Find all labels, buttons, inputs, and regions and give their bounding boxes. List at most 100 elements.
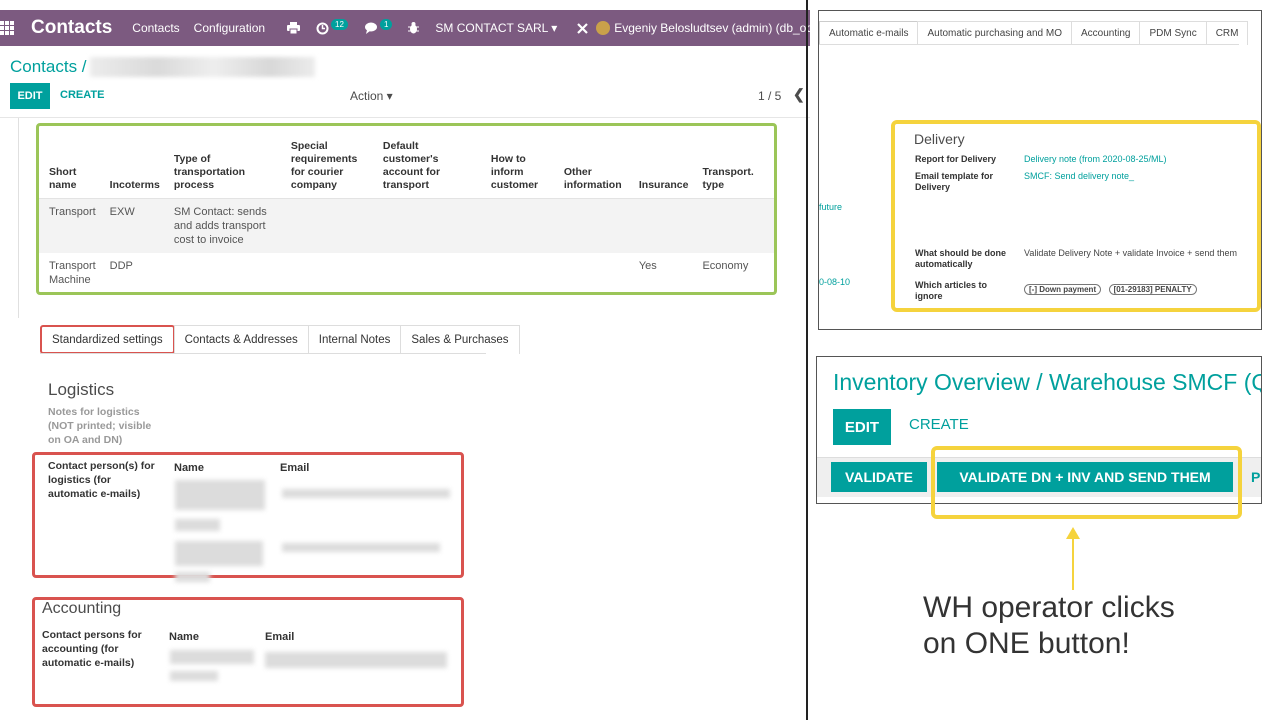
table-cell: Transport Machine [49,259,96,286]
tab-crm[interactable]: CRM [1205,21,1249,45]
table-cell: Transport [39,198,100,253]
column-header[interactable]: How to inform customer [480,130,554,199]
ignore-articles-label: Which articles to ignore [915,280,988,301]
breadcrumb[interactable]: Contacts / [10,57,87,77]
action-dropdown[interactable]: Action ▾ [350,89,393,103]
tabs-divider [819,44,1239,45]
accounting-email-header: Email [265,631,295,643]
table-row[interactable]: Transport EXW SM Contact: sends and adds… [39,198,774,253]
column-header[interactable]: Other information [553,130,629,199]
column-header[interactable]: Insurance [628,130,693,199]
accounting-heading: Accounting [42,600,122,617]
email-template-label: Email template for Delivery [915,171,994,192]
caption-line-2: on ONE button! [923,627,1130,660]
nav-link-contacts[interactable]: Contacts [132,21,179,35]
table-cell [373,253,481,293]
debug-bug-icon[interactable] [408,22,420,34]
pager-previous-icon[interactable]: ❮ [793,86,805,103]
blurred-contact-name [170,650,254,664]
create-button[interactable]: CREATE [909,416,969,433]
transport-table-highlight: Short name Incoterms Type of transportat… [36,123,777,295]
table-cell [553,198,629,253]
table-cell [481,253,554,293]
table-cell: SM Contact: sends and adds transport cos… [163,198,281,253]
blurred-contact-name [175,519,220,531]
edit-button[interactable]: EDIT [10,83,50,109]
blurred-contact-email [282,489,450,498]
automatic-emails-panel: Automatic e-mails Automatic purchasing a… [818,10,1262,330]
table-cell: Economy [702,259,749,272]
transport-table: Short name Incoterms Type of transportat… [39,130,774,293]
top-navbar: Contacts Contacts Configuration 12 1 SM … [0,10,810,46]
tab-automatic-emails[interactable]: Automatic e-mails [819,21,919,45]
blurred-contact-name [170,671,218,681]
table-row[interactable]: Transport Machine DDP Yes Economy [39,253,774,293]
tab-standardized-settings[interactable]: Standardized settings [40,325,175,354]
column-header[interactable]: Incoterms [99,130,164,199]
form-tabs: Standardized settings Contacts & Address… [40,325,520,354]
blurred-contact-email [265,652,447,668]
print-icon[interactable] [287,22,301,34]
company-switcher[interactable]: SM CONTACT SARL ▾ [435,21,557,35]
tab-accounting[interactable]: Accounting [1070,21,1141,45]
logistics-email-header: Email [280,462,310,474]
avatar [596,21,611,35]
table-cell [280,198,373,253]
tabs-divider [40,353,486,354]
table-cell [692,198,774,253]
table-cell: EXW [99,198,164,253]
messages-badge: 1 [379,18,393,30]
edit-button[interactable]: EDIT [833,409,891,445]
company-name: SM CONTACT SARL [435,21,548,35]
tab-sales-purchases[interactable]: Sales & Purchases [400,325,520,354]
sheet-left-border [18,118,19,318]
cropped-text-fragment: future [819,202,843,212]
delivery-heading: Delivery [914,131,965,147]
tab-internal-notes[interactable]: Internal Notes [307,325,402,354]
user-menu[interactable]: Evgeniy Belosludtsev (admin) (db_od [596,21,810,35]
arrow-shaft [1072,538,1074,590]
column-header[interactable]: Transport. type [692,130,774,199]
chevron-down-icon: ▾ [551,21,558,35]
table-cell [281,253,373,293]
table-cell [628,198,693,253]
accounting-name-header: Name [169,631,199,643]
email-template-value[interactable]: SMCF: Send delivery note_ [1024,171,1134,182]
next-button-fragment[interactable]: P [1251,469,1260,485]
cropped-text-fragment: 0-08-10 [819,277,851,287]
validate-button-highlight [931,446,1242,519]
messages-icon[interactable]: 1 [364,18,393,34]
table-cell [480,198,554,253]
column-header[interactable]: Default customer's account for transport [372,130,481,199]
blurred-contact-name [175,541,263,566]
app-title: Contacts [31,17,113,38]
settings-tabs: Automatic e-mails Automatic purchasing a… [819,21,1249,45]
close-icon[interactable] [577,22,589,34]
table-cell [554,253,629,293]
auto-action-value[interactable]: Validate Delivery Note + validate Invoic… [1024,248,1237,259]
nav-link-configuration[interactable]: Configuration [194,21,265,35]
column-header[interactable]: Special requirements for courier company [280,130,373,199]
activity-badge: 12 [331,18,348,30]
table-cell: DDP [109,259,133,272]
blurred-contact-name [175,572,210,582]
breadcrumb[interactable]: Inventory Overview / Warehouse SMCF (Qu [833,369,1261,396]
pager-value[interactable]: 1 / 5 [758,89,781,103]
control-panel-divider [0,117,810,118]
activity-icon[interactable]: 12 [316,18,348,35]
report-delivery-label: Report for Delivery [915,154,997,164]
tab-automatic-purchasing[interactable]: Automatic purchasing and MO [917,21,1072,45]
caption-line-1: WH operator clicks [923,591,1175,624]
column-header[interactable]: Type of transportation process [163,130,281,199]
apps-menu-icon[interactable] [0,10,14,46]
report-delivery-value[interactable]: Delivery note (from 2020-08-25/ML) [1024,154,1167,165]
tab-contacts-addresses[interactable]: Contacts & Addresses [173,325,309,354]
column-header[interactable]: Short name [39,130,100,199]
article-tag[interactable]: [-] Down payment [1024,284,1102,295]
article-tag[interactable]: [01-29183] PENALTY [1108,284,1197,295]
create-button[interactable]: CREATE [60,89,104,101]
logistics-name-header: Name [174,462,204,474]
tab-pdm-sync[interactable]: PDM Sync [1139,21,1207,45]
accounting-contact-label: Contact persons for accounting (for auto… [42,629,142,669]
validate-button[interactable]: VALIDATE [831,462,927,492]
